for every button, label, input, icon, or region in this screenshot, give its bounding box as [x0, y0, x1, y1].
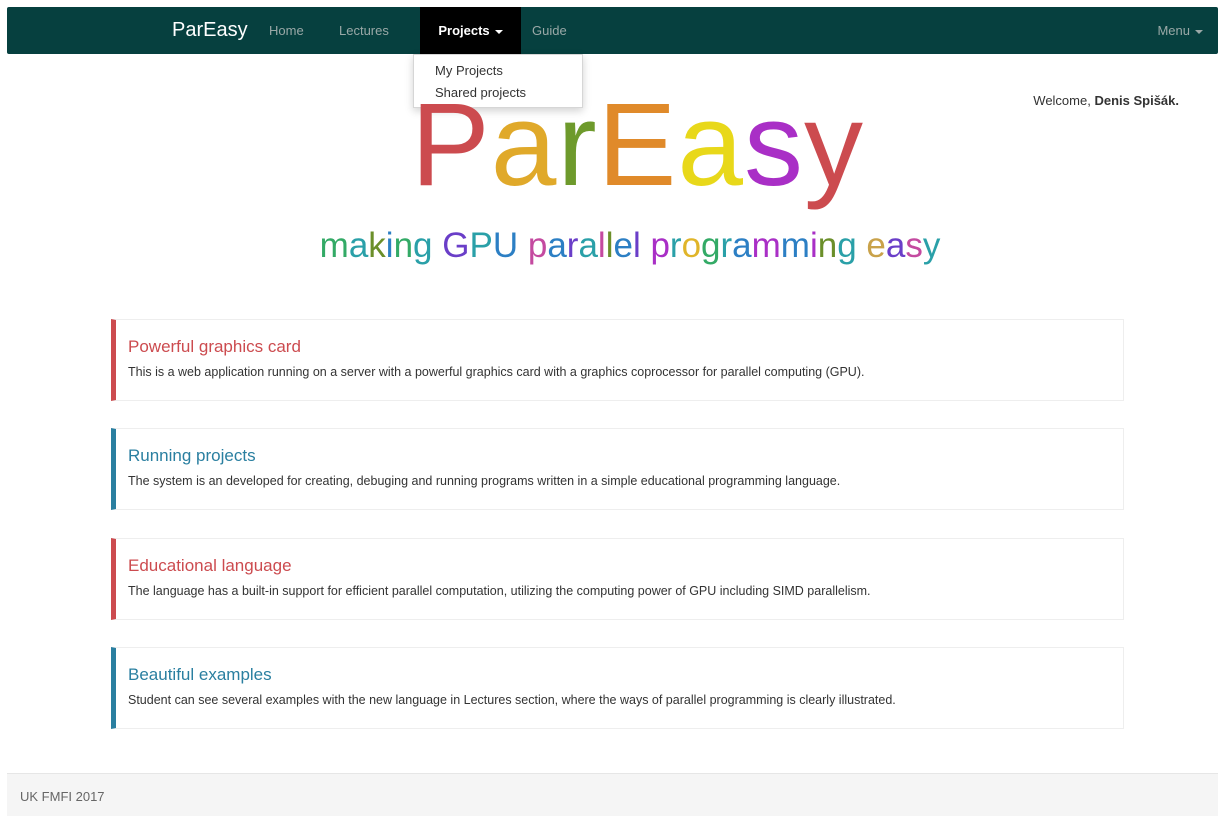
tagline-letter [641, 226, 651, 265]
tagline-letter: r [669, 226, 682, 265]
dropdown-item-my-projects[interactable]: My Projects [435, 63, 503, 78]
caret-down-icon [1195, 29, 1203, 34]
hero-tagline: making GPU parallel programming easy [0, 226, 1225, 266]
tagline-letter: a [732, 226, 752, 265]
feature-card: Educational language The language has a … [111, 538, 1124, 620]
tagline-letter: g [837, 226, 857, 265]
tagline-letter: a [885, 226, 906, 265]
tagline-letter: a [578, 226, 598, 265]
feature-text: The language has a built-in support for … [128, 584, 871, 598]
feature-text: This is a web application running on a s… [128, 365, 865, 379]
logo-letter: s [744, 79, 804, 211]
nav-projects-dropdown-toggle[interactable]: Projects [420, 7, 521, 54]
tagline-letter: s [905, 226, 923, 265]
feature-title: Running projects [128, 446, 256, 465]
tagline-letter: i [809, 226, 818, 265]
tagline-letter: p [650, 226, 670, 265]
tagline-letter: a [547, 226, 567, 265]
feature-title: Beautiful examples [128, 665, 272, 684]
tagline-letter: m [319, 226, 349, 265]
logo-letter: a [490, 79, 558, 211]
footer: UK FMFI 2017 [7, 773, 1218, 816]
tagline-letter: e [866, 226, 886, 265]
tagline-letter: l [597, 226, 606, 265]
hero-logo: ParEasy [0, 86, 1225, 204]
tagline-letter: m [780, 226, 810, 265]
tagline-letter: i [385, 226, 394, 265]
logo-letter: P [410, 79, 491, 211]
tagline-letter: a [348, 226, 369, 265]
tagline-letter: g [701, 226, 721, 265]
tagline-letter: m [751, 226, 781, 265]
tagline-letter: r [720, 226, 733, 265]
feature-card: Powerful graphics card This is a web app… [111, 319, 1124, 401]
feature-text: The system is an developed for creating,… [128, 474, 841, 488]
top-navbar: ParEasy Home Lectures Projects Guide Men… [7, 7, 1218, 54]
nav-projects-label: Projects [438, 23, 490, 38]
tagline-letter: n [817, 226, 838, 265]
tagline-letter: y [922, 226, 941, 265]
tagline-letter: P [469, 226, 493, 265]
logo-letter: a [677, 79, 744, 211]
feature-title: Educational language [128, 556, 292, 575]
nav-guide[interactable]: Guide [532, 7, 567, 54]
tagline-letter: n [393, 226, 414, 265]
feature-title: Powerful graphics card [128, 337, 301, 356]
tagline-letter [518, 226, 528, 265]
nav-home[interactable]: Home [269, 7, 304, 54]
feature-card: Beautiful examples Student can see sever… [111, 647, 1124, 729]
tagline-letter: e [613, 226, 633, 265]
menu-dropdown-toggle[interactable]: Menu [1157, 7, 1203, 54]
tagline-letter: r [566, 226, 579, 265]
page: ParEasy Home Lectures Projects Guide Men… [0, 0, 1225, 816]
nav-lectures[interactable]: Lectures [339, 7, 389, 54]
logo-letter: E [597, 79, 678, 211]
tagline-letter: U [492, 226, 519, 265]
brand-link[interactable]: ParEasy [172, 7, 248, 54]
menu-label: Menu [1157, 23, 1190, 38]
tagline-letter: l [632, 226, 641, 265]
caret-down-icon [494, 29, 503, 34]
logo-letter: r [557, 79, 598, 211]
feature-card: Running projects The system is an develo… [111, 428, 1124, 510]
tagline-letter [857, 226, 867, 265]
tagline-letter: g [413, 226, 433, 265]
logo-letter: y [804, 79, 864, 211]
tagline-letter: o [681, 226, 702, 265]
tagline-letter [433, 226, 443, 265]
feature-text: Student can see several examples with th… [128, 693, 896, 707]
tagline-letter: p [527, 226, 548, 265]
tagline-letter: G [442, 226, 470, 265]
footer-copyright: UK FMFI 2017 [20, 789, 105, 804]
tagline-letter: k [368, 226, 386, 265]
